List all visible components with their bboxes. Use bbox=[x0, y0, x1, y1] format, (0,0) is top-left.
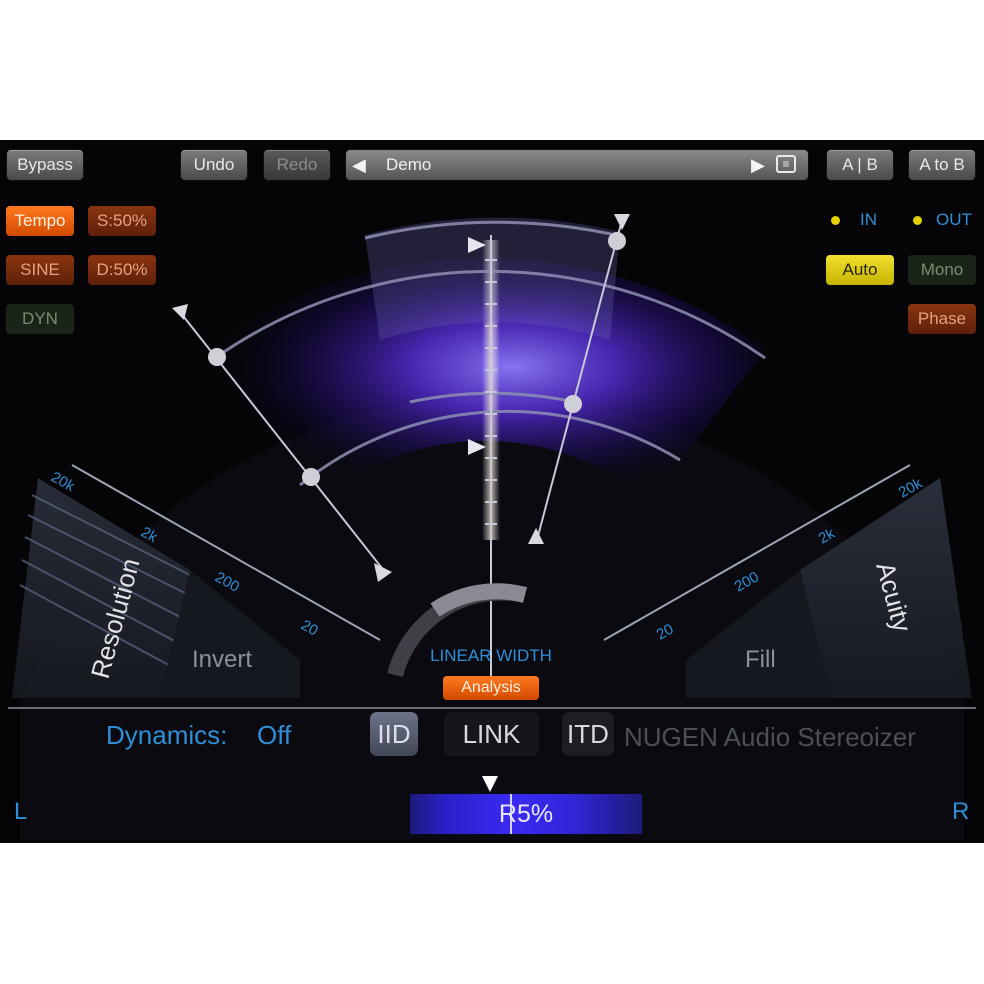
ab-button[interactable]: A | B bbox=[826, 149, 894, 181]
bypass-button[interactable]: Bypass bbox=[6, 149, 84, 181]
tempo-button[interactable]: Tempo bbox=[6, 206, 74, 236]
left-high-handle[interactable] bbox=[208, 348, 226, 366]
balance-value: R5% bbox=[498, 800, 554, 828]
preset-selector[interactable]: ◀ Demo ▶ ≡ bbox=[345, 149, 809, 181]
in-indicator-icon bbox=[831, 216, 840, 225]
iid-button[interactable]: IID bbox=[370, 712, 418, 756]
right-low-handle[interactable] bbox=[564, 395, 582, 413]
mono-button[interactable]: Mono bbox=[908, 255, 976, 285]
undo-button[interactable]: Undo bbox=[180, 149, 248, 181]
dynamics-label: Dynamics: bbox=[106, 720, 228, 750]
preset-name: Demo bbox=[386, 155, 432, 174]
out-label: OUT bbox=[936, 210, 972, 229]
analysis-button[interactable]: Analysis bbox=[443, 676, 539, 700]
in-label: IN bbox=[860, 210, 877, 229]
preset-menu-icon[interactable]: ≡ bbox=[776, 155, 796, 173]
stereoizer-plugin: 20k 2k 200 20 20 200 2k 20k Resolution I… bbox=[0, 140, 984, 843]
depth-button[interactable]: D:50% bbox=[88, 255, 156, 285]
balance-pointer-icon bbox=[482, 776, 498, 792]
link-button[interactable]: LINK bbox=[444, 712, 539, 756]
sine-button[interactable]: SINE bbox=[6, 255, 74, 285]
auto-button[interactable]: Auto bbox=[826, 255, 894, 285]
itd-button[interactable]: ITD bbox=[562, 712, 614, 756]
fill-label: Fill bbox=[745, 646, 776, 673]
linear-width-label: LINEAR WIDTH bbox=[430, 646, 552, 665]
product-name: NUGEN Audio Stereoizer bbox=[624, 722, 916, 752]
right-top-arrow-icon[interactable] bbox=[614, 214, 630, 230]
phase-button[interactable]: Phase bbox=[908, 304, 976, 334]
invert-label: Invert bbox=[192, 646, 252, 673]
balance-meter[interactable]: R5% bbox=[410, 794, 642, 834]
dyn-button[interactable]: DYN bbox=[6, 304, 74, 334]
dynamics-value[interactable]: Off bbox=[257, 720, 291, 751]
preset-next-icon[interactable]: ▶ bbox=[751, 150, 765, 180]
a-to-b-button[interactable]: A to B bbox=[908, 149, 976, 181]
redo-button[interactable]: Redo bbox=[263, 149, 331, 181]
preset-prev-icon[interactable]: ◀ bbox=[352, 150, 366, 180]
left-channel-label: L bbox=[14, 798, 28, 825]
left-low-handle[interactable] bbox=[302, 468, 320, 486]
right-channel-label: R bbox=[952, 798, 970, 825]
out-indicator-icon bbox=[913, 216, 922, 225]
right-high-handle[interactable] bbox=[608, 232, 626, 250]
speed-button[interactable]: S:50% bbox=[88, 206, 156, 236]
